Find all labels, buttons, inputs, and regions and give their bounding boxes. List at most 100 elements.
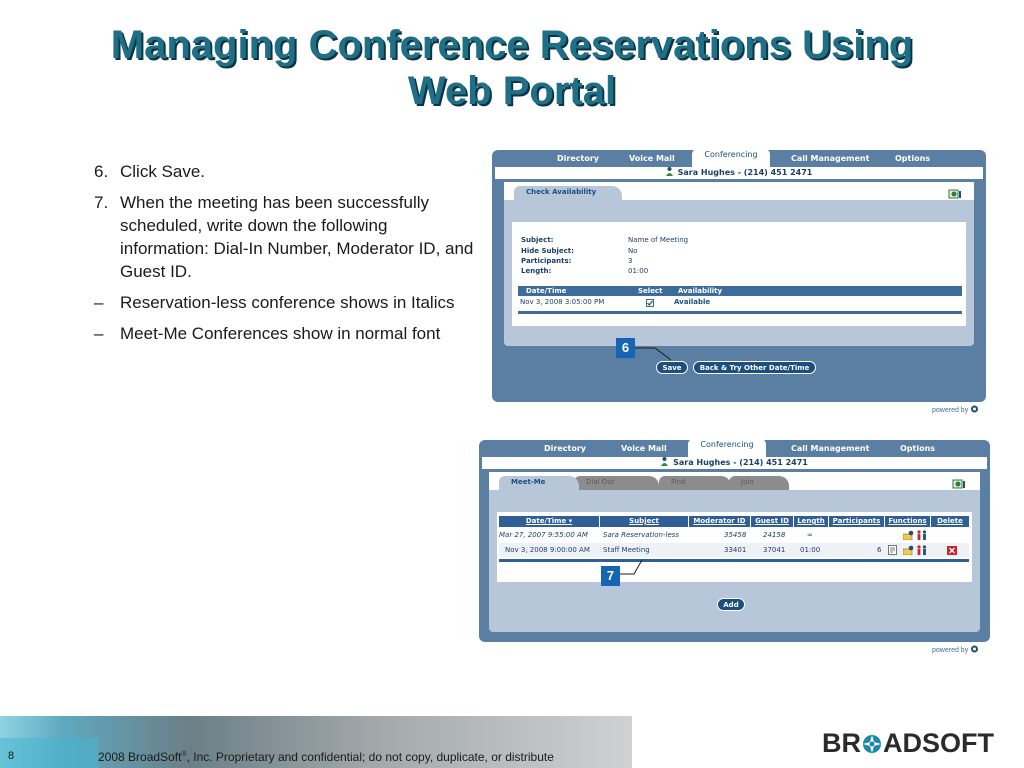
field-value: No	[628, 247, 638, 255]
list-marker: 6.	[94, 162, 109, 181]
conference-list-content: Date/Time ▾ Subject Moderator ID Guest I…	[497, 512, 972, 582]
edit-icon[interactable]	[888, 545, 899, 555]
header-moderator-id[interactable]: Moderator ID	[689, 516, 751, 527]
nav-options[interactable]: Options	[900, 444, 935, 453]
tab-dial-out[interactable]: Dial Out	[574, 476, 659, 490]
add-button[interactable]: Add	[717, 598, 745, 611]
nav-directory[interactable]: Directory	[557, 154, 599, 163]
nav-call-management[interactable]: Call Management	[791, 154, 869, 163]
nav-conferencing[interactable]: Conferencing	[692, 149, 770, 167]
logo-star-icon	[863, 735, 881, 753]
list-text: Click Save.	[120, 162, 206, 181]
callout-pointer-line	[620, 559, 643, 575]
list-text: When the meeting has been successfully s…	[120, 193, 474, 281]
table-row[interactable]: Nov 3, 2008 9:00:00 AM Staff Meeting 334…	[499, 543, 969, 557]
help-icon[interactable]	[952, 478, 966, 490]
copyright-notice: 2008 BroadSoft®, Inc. Proprietary and co…	[98, 750, 554, 764]
invite-icon[interactable]	[903, 530, 915, 540]
list-marker: –	[94, 324, 104, 343]
availability-grid-header: Date/Time Select Availability	[518, 286, 962, 296]
main-nav: Directory Voice Mail Conferencing Call M…	[482, 439, 987, 457]
field-value: 01:00	[628, 267, 649, 275]
user-name: Sara Hughes - (214) 451 2471	[677, 168, 813, 177]
list-text: Meet-Me Conferences show in normal font	[120, 324, 441, 343]
header-functions: Functions	[885, 516, 931, 527]
field-label: Hide Subject:	[521, 247, 574, 255]
tab-meet-me[interactable]: Meet-Me	[499, 476, 579, 490]
field-label: Length:	[521, 267, 552, 275]
nav-call-management[interactable]: Call Management	[791, 444, 869, 453]
portal-screenshot-meet-me: Directory Voice Mail Conferencing Call M…	[479, 439, 990, 642]
header-availability: Availability	[678, 287, 723, 295]
conference-table-header: Date/Time ▾ Subject Moderator ID Guest I…	[499, 516, 969, 527]
nav-options[interactable]: Options	[895, 154, 930, 163]
cell-length: 01:00	[800, 546, 821, 554]
select-checkbox[interactable]	[646, 299, 654, 307]
cell-guest-id: 24158	[763, 531, 786, 539]
main-nav: Directory Voice Mail Conferencing Call M…	[495, 149, 983, 167]
header-guest-id[interactable]: Guest ID	[751, 516, 794, 527]
cell-datetime: Nov 3, 2008 9:00:00 AM	[505, 546, 590, 554]
participants-icon[interactable]	[916, 545, 928, 555]
portal-screenshot-check-availability: Directory Voice Mail Conferencing Call M…	[492, 149, 986, 402]
cell-subject: Staff Meeting	[603, 546, 650, 554]
field-value: 3	[628, 257, 633, 265]
invite-icon[interactable]	[903, 545, 915, 555]
table-row: Nov 3, 2008 3:05:00 PM Available	[518, 297, 962, 308]
save-button[interactable]: Save	[656, 361, 688, 374]
tab-find[interactable]: Find	[659, 476, 731, 490]
person-icon	[665, 167, 673, 176]
field-label: Participants:	[521, 257, 572, 265]
header-delete: Delete	[937, 517, 963, 525]
list-marker: 7.	[94, 193, 109, 212]
copyright-text-a: 2008 BroadSoft	[98, 750, 182, 764]
broadsoft-small-logo-icon	[971, 645, 979, 653]
field-label: Subject:	[521, 236, 554, 244]
broadsoft-small-logo-icon	[971, 405, 979, 413]
tab-check-availability[interactable]: Check Availability	[514, 186, 622, 200]
conference-list-panel: Join Find Dial Out Meet-Me Date/Time ▾ S…	[489, 472, 980, 632]
delete-icon[interactable]	[947, 546, 957, 555]
header-datetime[interactable]: Date/Time ▾	[499, 516, 600, 527]
powered-by: powered by	[932, 405, 979, 414]
powered-by-text: powered by	[932, 647, 969, 654]
list-item: – Meet-Me Conferences show in normal fon…	[94, 322, 474, 345]
field-value: Name of Meeting	[628, 236, 689, 244]
availability-panel: Check Availability Subject: Name of Meet…	[504, 182, 974, 346]
header-participants[interactable]: Participants	[829, 516, 885, 527]
participants-icon[interactable]	[916, 530, 928, 540]
powered-by: powered by	[932, 645, 979, 654]
title-line-2: Web Portal	[407, 69, 617, 113]
logo-text-a: BR	[822, 728, 861, 758]
user-bar: Sara Hughes - (214) 451 2471	[482, 457, 987, 469]
cell-moderator-id: 33401	[724, 546, 747, 554]
title-line-1: Managing Conference Reservations Using	[110, 23, 914, 67]
nav-voice-mail[interactable]: Voice Mail	[621, 444, 667, 453]
cell-moderator-id: 35458	[724, 531, 747, 539]
back-try-other-date-button[interactable]: Back & Try Other Date/Time	[693, 361, 816, 374]
header-select: Select	[638, 287, 663, 295]
table-footer-bar	[499, 559, 969, 562]
list-item: 6. Click Save.	[94, 160, 474, 183]
nav-directory[interactable]: Directory	[544, 444, 586, 453]
list-item: 7. When the meeting has been successfull…	[94, 191, 474, 283]
callout-step-6: 6	[616, 338, 635, 358]
cell-length: ∞	[807, 531, 813, 539]
logo-text-b: ADSOFT	[883, 728, 994, 758]
cell-datetime: Mar 27, 2007 9:55:00 AM	[499, 531, 588, 539]
availability-content: Subject: Name of Meeting Hide Subject: N…	[512, 222, 966, 326]
nav-conferencing[interactable]: Conferencing	[688, 439, 766, 457]
header-length[interactable]: Length	[794, 516, 829, 527]
user-bar: Sara Hughes - (214) 451 2471	[495, 167, 983, 179]
slide-footer: 8 2008 BroadSoft®, Inc. Proprietary and …	[0, 716, 1024, 768]
broadsoft-logo: BR ADSOFT	[822, 728, 994, 759]
copyright-text-b: , Inc. Proprietary and confidential; do …	[186, 750, 554, 764]
table-row[interactable]: Mar 27, 2007 9:55:00 AM Sara Reservation…	[499, 528, 969, 542]
list-marker: –	[94, 293, 104, 312]
header-subject[interactable]: Subject	[600, 516, 689, 527]
slide-title: Managing Conference Reservations Using W…	[40, 22, 984, 114]
nav-voice-mail[interactable]: Voice Mail	[629, 154, 675, 163]
tab-join[interactable]: Join	[729, 476, 789, 490]
help-icon[interactable]	[948, 188, 962, 200]
list-text: Reservation-less conference shows in Ita…	[120, 293, 455, 312]
